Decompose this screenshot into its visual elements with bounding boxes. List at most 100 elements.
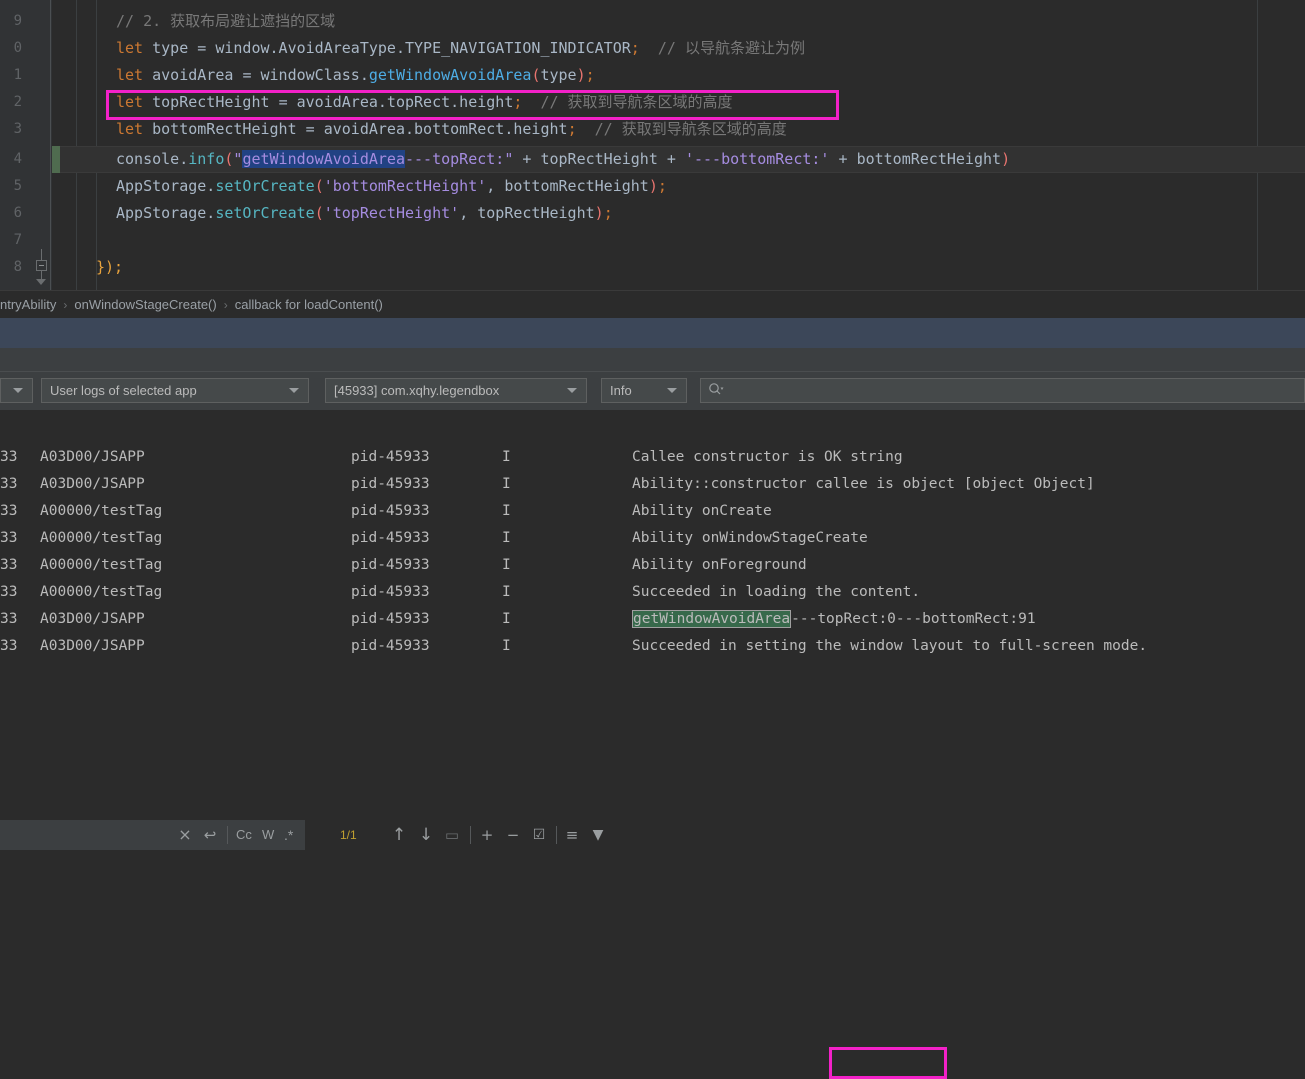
log-pid: pid-45933 [351,584,430,600]
code-token: getWindowAvoidArea [242,150,405,168]
code-token: let [116,120,144,138]
regex-toggle[interactable]: .* [284,820,293,850]
chevron-down-icon [13,388,23,393]
log-tag: A03D00/JSAPP [40,476,145,492]
log-search-input[interactable] [724,382,1304,399]
log-row[interactable]: 33 A03D00/JSAPP pid-45933 I Callee construct… [0,444,1305,471]
code-fold-stem [41,271,42,279]
chevron-down-icon [567,388,577,393]
editor-tab-strip[interactable] [0,318,1305,348]
log-level: I [502,638,511,654]
code-line[interactable]: let avoidArea = windowClass.getWindowAvo… [116,62,595,89]
log-timestamp: 33 [0,557,18,573]
code-token: avoidArea.topRect.height [287,93,514,111]
close-icon[interactable]: × [175,820,195,850]
code-line[interactable]: // 2. 获取布局避让遮挡的区域 [116,8,335,35]
code-token: type [540,66,577,84]
code-editor[interactable]: 9 0 1 2 3 4 5 6 7 8 // 2. 获取布局避让遮挡的区域 let… [0,0,1305,290]
breadcrumb[interactable]: ntryAbility › onWindowStageCreate() › ca… [0,290,1305,318]
log-row[interactable]: 33 A00000/testTag pid-45933 I Ability onCrea… [0,498,1305,525]
filter-icon[interactable]: ▼ [588,820,608,850]
log-search-field[interactable] [700,378,1305,403]
wrap-around-icon[interactable]: ↩ [200,820,220,850]
code-token: + [829,150,857,168]
log-timestamp: 33 [0,476,18,492]
whole-words-toggle[interactable]: W [262,820,274,850]
log-row[interactable]: 33 A03D00/JSAPP pid-45933 I Succeeded in set… [0,633,1305,660]
code-token: // 2. 获取布局避让遮挡的区域 [116,12,336,30]
code-line[interactable]: let type = window.AvoidAreaType.TYPE_NAV… [116,35,805,62]
log-message: Callee constructor is OK string [632,449,903,465]
logcat-output[interactable]: 33 A03D00/JSAPP pid-45933 I Callee construct… [0,444,1305,1079]
log-tag: A00000/testTag [40,584,163,600]
code-line[interactable]: AppStorage.setOrCreate('topRectHeight', … [116,200,613,227]
logcat-find-toolbar: × ↩ Cc W .* 1/1 ↑ ↓ ▭ + − ☑ ≡ ▼ [0,410,1305,850]
code-line[interactable]: let bottomRectHeight = avoidArea.bottomR… [116,116,787,143]
log-message: Ability onForeground [632,557,807,573]
code-token: AppStorage. [116,177,216,195]
chevron-down-icon [289,388,299,393]
log-level: I [502,557,511,573]
code-token: topRectHeight [143,93,279,111]
code-line[interactable]: console.info("getWindowAvoidArea---topRe… [116,146,1010,173]
expand-all-icon[interactable]: + [477,820,497,850]
line-number: 3 [13,121,22,137]
log-level-combo[interactable]: Info [601,378,687,403]
code-token: let [116,66,144,84]
log-row[interactable]: 33 A03D00/JSAPP pid-45933 I Ability::constru… [0,471,1305,498]
indent-guide-1 [76,0,77,290]
log-row[interactable]: 33 A00000/testTag pid-45933 I Succeeded in l… [0,579,1305,606]
log-message: Succeeded in loading the content. [632,584,921,600]
code-fold-marker[interactable] [36,260,47,271]
code-line[interactable]: AppStorage.setOrCreate('bottomRectHeight… [116,173,667,200]
code-token: bottomRectHeight [504,177,649,195]
log-timestamp: 33 [0,503,18,519]
log-message: Ability::constructor callee is object [o… [632,476,1095,492]
process-combo[interactable]: [45933] com.xqhy.legendbox [325,378,587,403]
breadcrumb-item-1[interactable]: onWindowStageCreate() [74,297,216,312]
process-combo-label: [45933] com.xqhy.legendbox [334,383,500,398]
code-line[interactable]: let topRectHeight = avoidArea.topRect.he… [116,89,733,116]
arrow-up-icon[interactable]: ↑ [390,820,408,850]
code-token: topRectHeight [540,150,658,168]
code-fold-arrow-icon[interactable] [36,279,46,285]
log-row[interactable]: 33 A00000/testTag pid-45933 I Ability onWind… [0,525,1305,552]
log-message-text: ---topRect:0---bottomRect:91 [791,611,1036,627]
code-token: // 以导航条避让为例 [639,39,805,57]
match-case-toggle[interactable]: Cc [236,820,252,850]
editor-fold-column[interactable] [30,0,52,290]
code-token: ) [648,177,658,195]
log-scope-combo[interactable]: User logs of selected app [41,378,309,403]
log-tag: A03D00/JSAPP [40,449,145,465]
code-token: bottomRectHeight [143,120,306,138]
code-token: ; [630,39,640,57]
open-in-editor-icon[interactable]: ▭ [443,820,461,850]
line-number: 9 [13,13,22,29]
log-timestamp: 33 [0,638,18,654]
code-line[interactable]: }); [96,254,123,281]
code-token: ) [1001,150,1011,168]
log-tag: A00000/testTag [40,530,163,546]
log-pid: pid-45933 [351,638,430,654]
log-level: I [502,449,511,465]
code-token: windowClass. [251,66,369,84]
arrow-down-icon[interactable]: ↓ [417,820,435,850]
search-icon[interactable] [708,381,724,400]
select-all-icon[interactable]: ☑ [529,820,549,850]
device-combo[interactable] [0,378,33,403]
log-row[interactable]: 33 A03D00/JSAPP pid-45933 IgetWindowAvoidAr… [0,606,1305,633]
code-token: = [305,120,315,138]
line-number: 0 [13,40,22,56]
soft-wrap-icon[interactable]: ≡ [562,820,582,850]
code-token: , [459,204,478,222]
indent-guide-2 [96,0,97,290]
match-count-label: 1/1 [340,828,357,842]
code-fold-stem [41,249,42,260]
breadcrumb-item-0[interactable]: ntryAbility [0,297,56,312]
collapse-all-icon[interactable]: − [503,820,523,850]
log-row[interactable]: 33 A00000/testTag pid-45933 I Ability onFore… [0,552,1305,579]
log-message: Ability onCreate [632,503,772,519]
vcs-change-marker[interactable] [52,146,60,173]
code-token: let [116,39,144,57]
breadcrumb-item-2[interactable]: callback for loadContent() [235,297,383,312]
